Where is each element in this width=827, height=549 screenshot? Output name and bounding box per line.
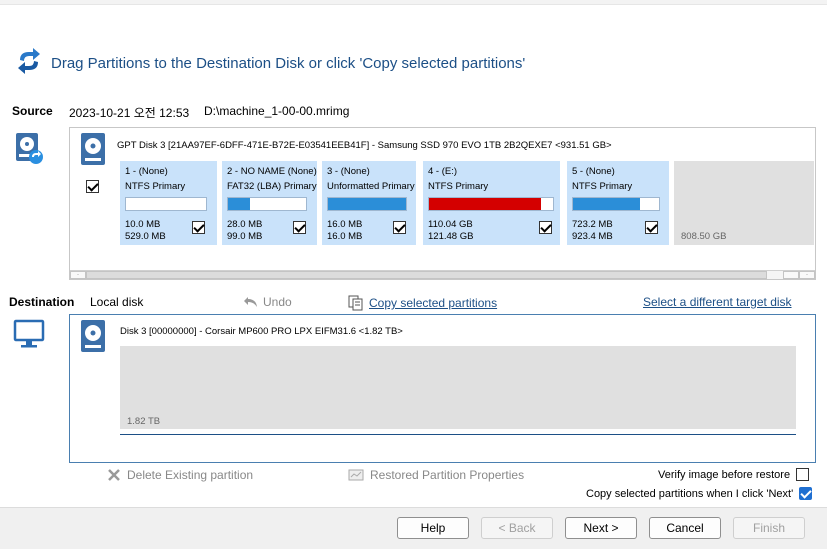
finish-button[interactable]: Finish (733, 517, 805, 539)
partition-2[interactable]: 2 - NO NAME (None) FAT32 (LBA) Primary 2… (222, 161, 317, 245)
scroll-pad (783, 271, 799, 279)
restored-partition-properties-button[interactable]: Restored Partition Properties (348, 468, 524, 482)
source-label: Source (12, 104, 53, 118)
wizard-footer: Help < Back Next > Cancel Finish (0, 507, 827, 549)
scroll-left-button[interactable]: · (70, 271, 86, 279)
usage-bar (327, 197, 407, 211)
copy-selected-label: Copy selected partitions (369, 296, 498, 310)
select-target-disk-link[interactable]: Select a different target disk (643, 295, 792, 309)
destination-disk-title: Disk 3 [00000000] - Corsair MP600 PRO LP… (120, 326, 403, 337)
partition-name: 2 - NO NAME (None) (227, 166, 317, 177)
usage-bar (125, 197, 207, 211)
hard-disk-icon (81, 133, 105, 165)
partition-fs: NTFS Primary (428, 181, 489, 192)
partition-total: 121.48 GB (428, 231, 474, 242)
scroll-thumb[interactable] (86, 271, 767, 279)
copy-when-next-option[interactable]: Copy selected partitions when I click 'N… (586, 487, 813, 500)
partition-name: 5 - (None) (572, 166, 615, 177)
undo-button[interactable]: Undo (243, 295, 292, 309)
partition-checkbox[interactable] (645, 221, 658, 234)
partition-checkbox[interactable] (539, 221, 552, 234)
verify-label: Verify image before restore (658, 468, 791, 481)
horizontal-scrollbar[interactable]: · · (70, 270, 815, 279)
partition-total: 99.0 MB (227, 231, 263, 242)
select-all-partitions-checkbox[interactable] (86, 180, 99, 193)
usage-bar-fill (328, 198, 406, 210)
verify-image-option[interactable]: Verify image before restore (658, 468, 810, 481)
delete-existing-partition-button[interactable]: Delete Existing partition (107, 468, 253, 482)
scroll-right-button[interactable]: · (799, 271, 815, 279)
partition-3[interactable]: 3 - (None) Unformatted Primary 16.0 MB 1… (322, 161, 416, 245)
source-disk-title: GPT Disk 3 [21AA97EF-6DFF-471E-B72E-E035… (117, 140, 612, 151)
usage-bar (572, 197, 660, 211)
destination-label: Destination (9, 295, 75, 309)
usage-bar (428, 197, 554, 211)
hard-disk-icon (81, 320, 105, 352)
page-title: Drag Partitions to the Destination Disk … (51, 55, 526, 72)
partition-fs: FAT32 (LBA) Primary (227, 181, 317, 192)
partition-checkbox[interactable] (293, 221, 306, 234)
usage-bar-fill (228, 198, 250, 210)
partition-name: 4 - (E:) (428, 166, 458, 177)
destination-unallocated-space[interactable]: 1.82 TB (120, 346, 796, 429)
partition-used: 110.04 GB (428, 219, 473, 230)
destination-local: Local disk (90, 295, 144, 309)
usage-bar (227, 197, 307, 211)
source-disk-panel: GPT Disk 3 [21AA97EF-6DFF-471E-B72E-E035… (69, 127, 816, 280)
partition-5[interactable]: 5 - (None) NTFS Primary 723.2 MB 923.4 M… (567, 161, 669, 245)
restored-props-label: Restored Partition Properties (370, 468, 525, 482)
partition-checkbox[interactable] (393, 221, 406, 234)
monitor-icon (13, 319, 45, 348)
cancel-button[interactable]: Cancel (649, 517, 721, 539)
partition-4[interactable]: 4 - (E:) NTFS Primary 110.04 GB 121.48 G… (423, 161, 560, 245)
source-path: D:\machine_1-00-00.mrimg (204, 104, 350, 118)
unallocated-size: 808.50 GB (681, 231, 727, 242)
partition-name: 3 - (None) (327, 166, 370, 177)
partition-total: 923.4 MB (572, 231, 613, 242)
properties-icon (348, 469, 364, 481)
partition-name: 1 - (None) (125, 166, 168, 177)
image-file-icon (16, 133, 43, 164)
verify-checkbox[interactable] (796, 468, 810, 481)
delete-x-icon (108, 469, 120, 481)
destination-disk-panel: Disk 3 [00000000] - Corsair MP600 PRO LP… (69, 314, 816, 463)
partition-checkbox[interactable] (192, 221, 205, 234)
copy-when-next-label: Copy selected partitions when I click 'N… (586, 487, 794, 500)
help-button[interactable]: Help (397, 517, 469, 539)
disk-underline (120, 434, 796, 435)
undo-label: Undo (263, 295, 292, 309)
unallocated-size: 1.82 TB (127, 416, 161, 427)
delete-existing-label: Delete Existing partition (127, 468, 254, 482)
partition-1[interactable]: 1 - (None) NTFS Primary 10.0 MB 529.0 MB (120, 161, 217, 245)
partition-used: 10.0 MB (125, 219, 161, 230)
partition-used: 723.2 MB (572, 219, 613, 230)
partition-fs: NTFS Primary (125, 181, 186, 192)
partition-total: 529.0 MB (125, 231, 166, 242)
partition-used: 16.0 MB (327, 219, 363, 230)
copy-icon (348, 295, 363, 311)
refresh-arrows-icon (18, 48, 40, 74)
partition-total: 16.0 MB (327, 231, 363, 242)
copy-when-next-checkbox[interactable] (799, 487, 813, 500)
source-unallocated-space: 808.50 GB (674, 161, 814, 245)
undo-icon (244, 297, 257, 307)
back-button[interactable]: < Back (481, 517, 553, 539)
usage-bar-fill (429, 198, 542, 210)
next-button[interactable]: Next > (565, 517, 637, 539)
usage-bar-fill (573, 198, 641, 210)
partition-fs: NTFS Primary (572, 181, 633, 192)
partition-fs: Unformatted Primary (327, 181, 415, 192)
copy-selected-partitions-link[interactable]: Copy selected partitions (348, 295, 497, 311)
wizard-header: Drag Partitions to the Destination Disk … (0, 5, 827, 98)
source-date: 2023-10-21 오전 12:53 (69, 106, 190, 120)
partition-used: 28.0 MB (227, 219, 263, 230)
